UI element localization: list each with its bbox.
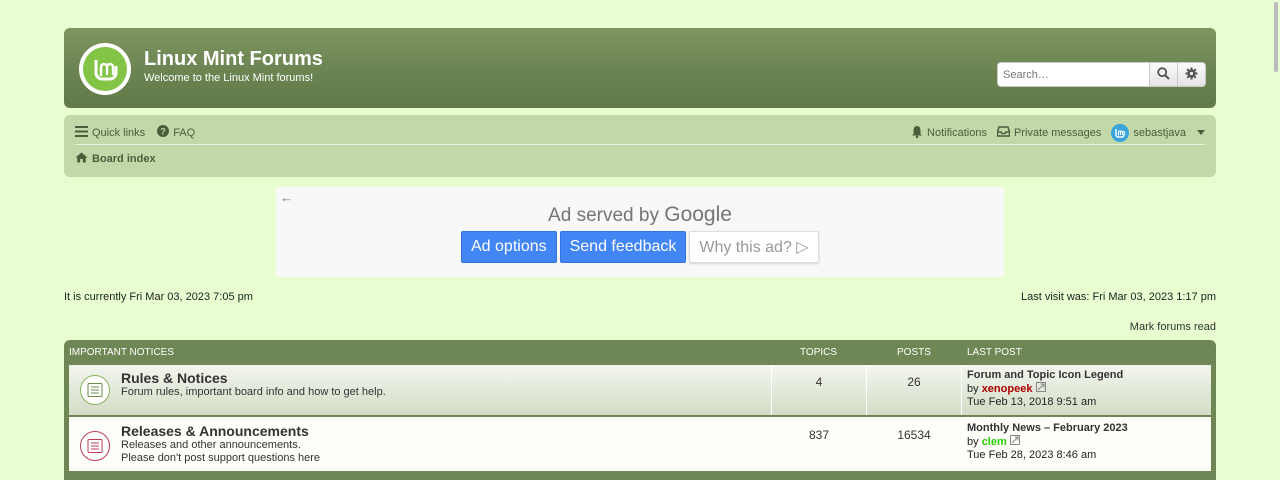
breadcrumb: Board index bbox=[75, 150, 1205, 168]
view-post-icon[interactable] bbox=[1009, 435, 1020, 448]
section-header[interactable]: Important Notices bbox=[69, 347, 174, 358]
faq-link[interactable]: ? FAQ bbox=[157, 125, 195, 140]
private-messages-label: Private messages bbox=[1013, 126, 1102, 139]
home-icon bbox=[75, 152, 88, 166]
last-post-time: Tue Feb 28, 2023 8:46 am bbox=[967, 449, 1097, 461]
posts-count: 16534 bbox=[897, 428, 931, 442]
site-header: Linux Mint Forums Welcome to the Linux M… bbox=[64, 28, 1216, 108]
google-logo: Google bbox=[664, 203, 732, 226]
site-title[interactable]: Linux Mint Forums bbox=[144, 48, 323, 71]
navbar: Quick links ? FAQ Notifications Private … bbox=[64, 115, 1216, 177]
quick-links-menu[interactable]: Quick links bbox=[75, 125, 146, 140]
forum-description: Forum rules, important board info and ho… bbox=[121, 386, 386, 398]
send-feedback-button[interactable]: Send feedback bbox=[559, 231, 687, 263]
question-icon: ? bbox=[157, 125, 170, 140]
gear-icon bbox=[1185, 67, 1198, 83]
notifications-link[interactable]: Notifications bbox=[911, 125, 987, 141]
topics-header: Topics bbox=[800, 347, 838, 358]
private-messages-link[interactable]: Private messages bbox=[996, 125, 1102, 140]
view-post-icon[interactable] bbox=[1035, 382, 1046, 395]
site-description: Welcome to the Linux Mint forums! bbox=[144, 72, 314, 84]
chevron-down-icon bbox=[1197, 130, 1205, 135]
posts-header: Posts bbox=[897, 347, 931, 358]
search-box bbox=[997, 62, 1206, 87]
by-label: by bbox=[967, 383, 979, 395]
why-this-ad-button[interactable]: Why this ad? ▷ bbox=[689, 231, 819, 263]
forum-read-icon bbox=[80, 375, 110, 405]
bell-icon bbox=[911, 125, 923, 141]
last-post-time: Tue Feb 13, 2018 9:51 am bbox=[967, 396, 1097, 408]
inbox-icon bbox=[996, 125, 1011, 140]
bars-icon bbox=[75, 125, 88, 140]
last-post: Forum and Topic Icon Legend by xenopeek … bbox=[967, 369, 1123, 409]
topics-count: 4 bbox=[815, 375, 823, 389]
last-post-title[interactable]: Forum and Topic Icon Legend bbox=[967, 369, 1123, 382]
by-label: by bbox=[967, 436, 979, 448]
mark-forums-read-link[interactable]: Mark forums read bbox=[1130, 321, 1216, 333]
faq-label: FAQ bbox=[173, 126, 196, 139]
forum-description: Releases and other announcements. Please… bbox=[121, 439, 321, 464]
navbar-top-row: Quick links ? FAQ Notifications Private … bbox=[75, 121, 1205, 145]
page-scrollbar[interactable] bbox=[1274, 2, 1278, 72]
forum-title[interactable]: Rules & Notices bbox=[121, 370, 228, 386]
last-post-title[interactable]: Monthly News – February 2023 bbox=[967, 422, 1128, 435]
ad-options-button[interactable]: Ad options bbox=[461, 231, 557, 263]
ad-served-label: Ad served by Google bbox=[276, 203, 1004, 227]
search-button[interactable] bbox=[1149, 63, 1177, 86]
forum-list-header: Important Notices Topics Posts Last post bbox=[64, 347, 1216, 359]
board-index-link[interactable]: Board index bbox=[75, 152, 156, 166]
board-index-label: Board index bbox=[92, 153, 156, 165]
last-post-user[interactable]: clem bbox=[982, 436, 1007, 448]
forum-read-icon bbox=[80, 431, 110, 461]
svg-text:?: ? bbox=[160, 127, 166, 137]
linux-mint-logo-icon[interactable] bbox=[79, 43, 131, 95]
username-label: sebastjava bbox=[1133, 126, 1186, 139]
forum-title[interactable]: Releases & Announcements bbox=[121, 423, 309, 439]
last-post-header: Last post bbox=[967, 347, 1022, 358]
advanced-search-button[interactable] bbox=[1177, 63, 1205, 86]
search-icon bbox=[1157, 66, 1170, 83]
avatar bbox=[1111, 123, 1130, 142]
search-input[interactable] bbox=[998, 63, 1149, 86]
ad-served-by-text: Ad served by bbox=[548, 205, 659, 226]
topics-count: 837 bbox=[808, 428, 830, 442]
forum-row: Releases & Announcements Releases and ot… bbox=[69, 417, 1211, 471]
posts-count: 26 bbox=[907, 375, 921, 389]
notifications-label: Notifications bbox=[927, 126, 987, 139]
last-post-user[interactable]: xenopeek bbox=[982, 383, 1033, 395]
ad-frame: ← Ad served by Google Ad options Send fe… bbox=[276, 187, 1004, 277]
last-post: Monthly News – February 2023 by clem Tue… bbox=[967, 422, 1128, 462]
forum-list: Important Notices Topics Posts Last post… bbox=[64, 340, 1216, 480]
user-menu[interactable]: sebastjava bbox=[1111, 123, 1205, 142]
forum-row: Rules & Notices Forum rules, important b… bbox=[69, 365, 1211, 415]
quick-links-label: Quick links bbox=[92, 126, 146, 139]
current-time: It is currently Fri Mar 03, 2023 7:05 pm bbox=[64, 291, 253, 303]
last-visit: Last visit was: Fri Mar 03, 2023 1:17 pm bbox=[1020, 291, 1216, 303]
